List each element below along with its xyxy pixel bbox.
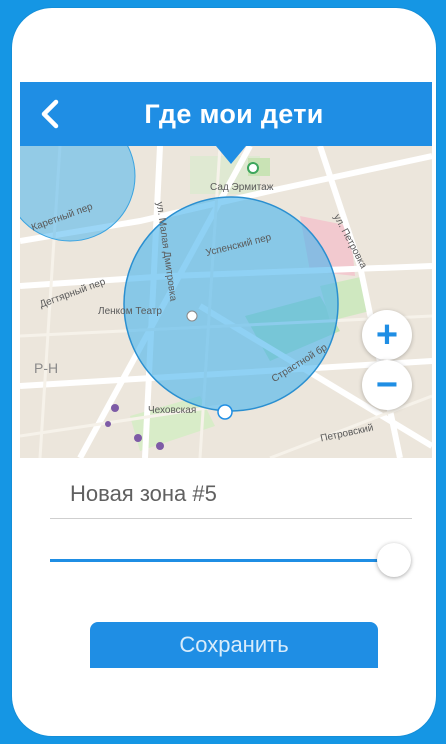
- radius-slider-track[interactable]: [50, 559, 395, 562]
- zoom-out-button[interactable]: −: [362, 360, 412, 410]
- radius-slider-thumb[interactable]: [377, 543, 411, 577]
- map-label-ph: P-H: [34, 360, 59, 376]
- map-view[interactable]: Сад Эрмитаж Успенский пер ул. Петровка Д…: [20, 146, 432, 458]
- minus-icon: −: [375, 363, 399, 406]
- map-label-theatre: Ленком Театр: [98, 306, 162, 317]
- chevron-left-icon: [41, 99, 59, 129]
- map-label-metro: Чеховская: [148, 405, 197, 416]
- zone-form: Сохранить: [20, 458, 432, 668]
- zone-name-input[interactable]: [50, 472, 412, 516]
- zoom-in-button[interactable]: +: [362, 310, 412, 360]
- map-label-garden: Сад Эрмитаж: [210, 182, 274, 193]
- plus-icon: +: [375, 313, 399, 356]
- page-title: Где мои дети: [144, 98, 324, 129]
- app-bar: Где мои дети: [20, 82, 432, 146]
- back-button[interactable]: [30, 94, 70, 134]
- save-button[interactable]: Сохранить: [90, 622, 378, 668]
- input-underline: [50, 518, 412, 519]
